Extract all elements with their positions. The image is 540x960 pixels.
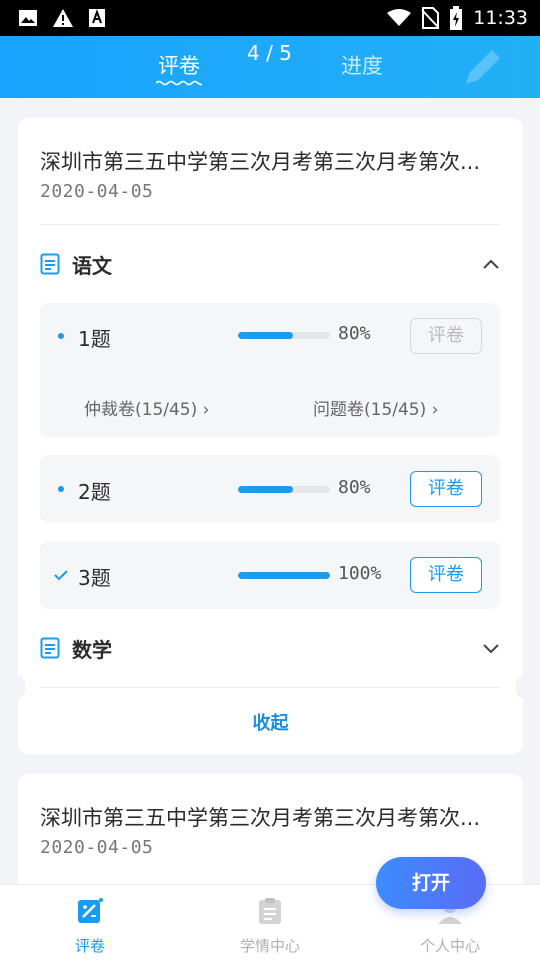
nav-label: 评卷 — [74, 937, 105, 955]
progress-bar — [238, 572, 330, 579]
divider — [40, 687, 500, 688]
progress-percent: 100% — [338, 563, 382, 584]
exam-date: 2020-04-05 — [40, 181, 154, 202]
subject-name: 语文 — [72, 253, 112, 278]
chevron-down-icon[interactable] — [482, 642, 500, 654]
nav-label: 个人中心 — [419, 937, 480, 955]
status-bar: 11:33 — [0, 0, 540, 36]
question-label: 1题 — [78, 327, 111, 351]
card-notch-left — [11, 676, 25, 698]
problem-papers-link[interactable]: 问题卷(15/45) › — [313, 395, 438, 420]
progress-bar — [238, 332, 330, 339]
status-dot — [58, 333, 64, 339]
question-row-3: 3题 100% 评卷 — [40, 541, 500, 609]
wifi-icon — [387, 9, 412, 26]
question-label: 2题 — [78, 480, 111, 504]
question-row-2: 2题 80% 评卷 — [40, 455, 500, 523]
progress-percent: 80% — [338, 323, 371, 344]
subject-header-chinese[interactable]: 语文 — [40, 249, 112, 279]
header-bar: 评卷 4 / 5 进度 — [0, 36, 540, 98]
progress-fill — [238, 332, 294, 339]
divider — [40, 224, 500, 225]
exam-card: 深圳市第三五中学第三次月考第三次月考第次... 2020-04-05 语文 1题… — [11, 118, 530, 754]
progress-fill — [238, 572, 330, 579]
collapse-button[interactable]: 收起 — [18, 709, 523, 735]
subject-name: 数学 — [72, 637, 112, 662]
exam-date: 2020-04-05 — [40, 837, 154, 858]
subject-header-math[interactable]: 数学 — [40, 633, 112, 663]
active-tab-indicator — [156, 80, 202, 86]
grade-button[interactable]: 评卷 — [410, 318, 482, 354]
nav-item-learning-center[interactable]: 学情中心 — [180, 885, 360, 960]
exam-title[interactable]: 深圳市第三五中学第三次月考第三次月考第次... — [40, 146, 505, 176]
image-icon — [19, 10, 37, 26]
question-label: 3题 — [78, 566, 111, 590]
progress-bar — [238, 486, 330, 493]
grade-button[interactable]: 评卷 — [410, 471, 482, 507]
no-sim-icon — [421, 7, 440, 29]
open-button[interactable]: 打开 — [376, 857, 486, 909]
chevron-up-icon[interactable] — [482, 258, 500, 270]
document-icon — [40, 253, 60, 275]
arbitration-papers-link[interactable]: 仲裁卷(15/45) › — [84, 395, 209, 420]
progress-percent: 80% — [338, 477, 371, 498]
battery-charging-icon — [450, 6, 463, 30]
document-icon — [40, 637, 60, 659]
grading-icon — [78, 898, 103, 923]
question-row-1: 1题 80% 评卷 仲裁卷(15/45) › 问题卷(15/45) › — [40, 303, 500, 437]
tab-progress[interactable]: 进度 — [341, 50, 383, 80]
status-dot — [58, 486, 64, 492]
card-notch-right — [516, 676, 530, 698]
warning-icon — [53, 9, 73, 27]
nav-label: 学情中心 — [239, 937, 300, 955]
grade-button[interactable]: 评卷 — [410, 557, 482, 593]
text-box-icon — [89, 9, 105, 27]
clipboard-icon — [259, 898, 281, 924]
tab-grading[interactable]: 评卷 — [158, 50, 200, 80]
nav-item-grading[interactable]: 评卷 — [0, 885, 180, 960]
page-counter: 4 / 5 — [247, 41, 292, 65]
pen-icon — [466, 50, 500, 84]
checkmark-icon — [54, 570, 68, 581]
clock-time: 11:33 — [473, 7, 528, 29]
exam-title[interactable]: 深圳市第三五中学第三次月考第三次月考第次... — [40, 802, 505, 832]
progress-fill — [238, 486, 294, 493]
